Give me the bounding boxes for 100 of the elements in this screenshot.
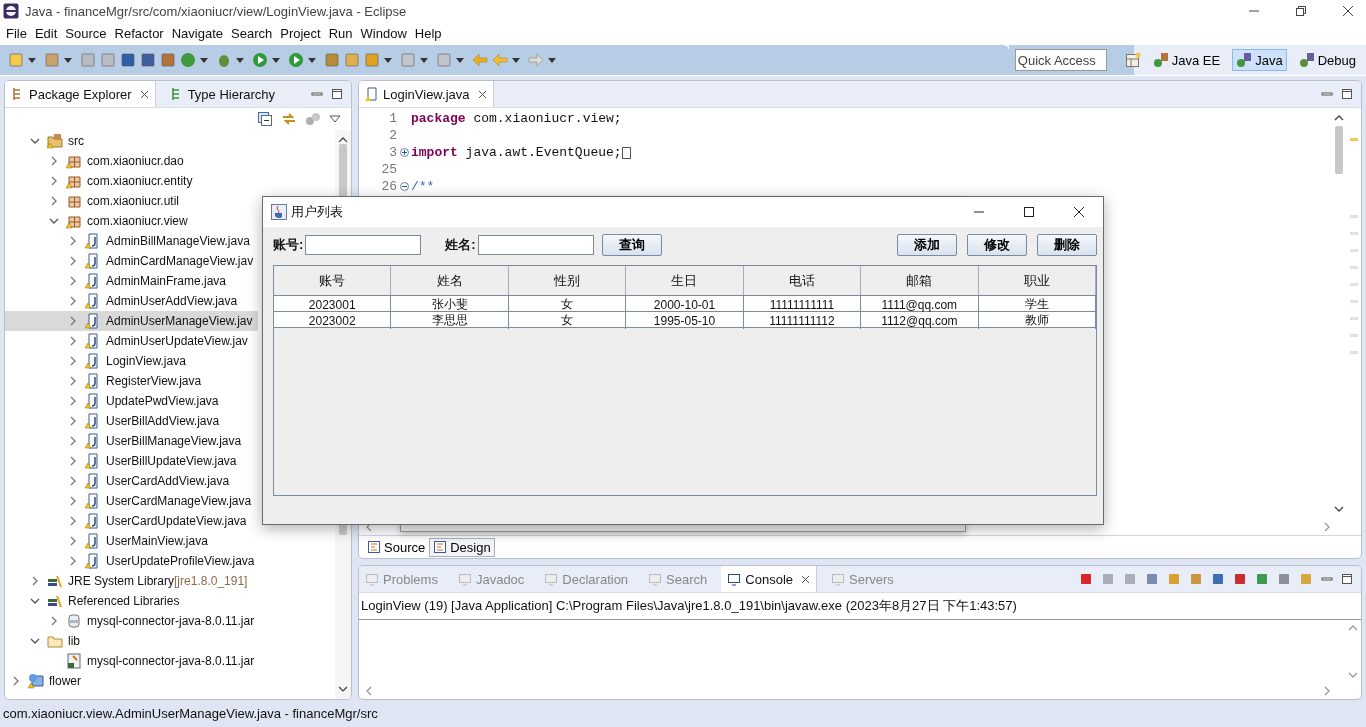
chevron-right-icon[interactable] <box>68 336 78 346</box>
chevron-right-icon[interactable] <box>68 376 78 386</box>
maximize-view-icon[interactable] <box>331 88 343 100</box>
view-tab[interactable]: Console <box>721 566 817 592</box>
input-field[interactable] <box>477 235 594 255</box>
chevron-right-icon[interactable] <box>68 536 78 546</box>
menu-item[interactable]: Edit <box>30 25 62 41</box>
show-error-icon[interactable] <box>1233 572 1247 586</box>
scroll-right-icon[interactable] <box>1323 686 1331 696</box>
scroll-down-icon[interactable] <box>1334 505 1344 513</box>
package-icon[interactable] <box>160 52 176 68</box>
menu-item[interactable]: Help <box>410 25 446 41</box>
action-button[interactable]: 添加 <box>897 234 957 256</box>
word-wrap-icon[interactable] <box>1189 572 1203 586</box>
overview-marker[interactable] <box>1350 334 1358 337</box>
column-header[interactable]: 职业 <box>978 266 1096 295</box>
tree-item[interactable]: com.xiaoniucr.view <box>5 211 258 231</box>
tree-item[interactable]: UserCardManageView.java <box>5 491 258 511</box>
dropdown-caret-icon[interactable] <box>28 57 36 63</box>
column-header[interactable]: 电话 <box>743 266 862 295</box>
chevron-right-icon[interactable] <box>68 456 78 466</box>
dropdown-caret-icon[interactable] <box>64 57 72 63</box>
chevron-right-icon[interactable] <box>68 356 78 366</box>
close-icon[interactable] <box>477 89 487 99</box>
column-header[interactable]: 姓名 <box>391 266 509 295</box>
dropdown-caret-icon[interactable] <box>456 57 464 63</box>
menu-item[interactable]: Project <box>276 25 325 41</box>
folded-code-marker-icon[interactable] <box>621 146 631 159</box>
chevron-right-icon[interactable] <box>49 196 59 206</box>
chevron-right-icon[interactable] <box>49 176 59 186</box>
tree-item[interactable]: UserMainView.java <box>5 531 258 551</box>
tree-item[interactable]: mysql-connector-java-8.0.11.jar <box>5 611 258 631</box>
scroll-left-icon[interactable] <box>365 686 373 696</box>
tree-item[interactable]: lib <box>5 631 258 651</box>
close-icon[interactable] <box>139 89 149 99</box>
dropdown-caret-icon[interactable] <box>272 57 280 63</box>
perspective-button[interactable]: Java <box>1232 49 1287 71</box>
action-button[interactable]: 修改 <box>967 234 1027 256</box>
warning-marker[interactable] <box>1350 138 1358 141</box>
chevron-right-icon[interactable] <box>68 516 78 526</box>
chevron-down-icon[interactable] <box>30 136 40 146</box>
column-header[interactable]: 邮箱 <box>861 266 979 295</box>
chevron-down-icon[interactable] <box>49 216 59 226</box>
menu-item[interactable]: Search <box>227 25 277 41</box>
chevron-right-icon[interactable] <box>68 496 78 506</box>
dropdown-caret-icon[interactable] <box>236 57 244 63</box>
close-icon[interactable] <box>1342 5 1354 17</box>
menu-item[interactable]: File <box>2 25 31 41</box>
view-tab[interactable]: Type Hierarchy <box>163 81 282 107</box>
chevron-right-icon[interactable] <box>68 416 78 426</box>
chevron-right-icon[interactable] <box>49 616 59 626</box>
pin-icon[interactable] <box>1255 572 1269 586</box>
chevron-right-icon[interactable] <box>68 236 78 246</box>
overview-marker[interactable] <box>1350 266 1358 269</box>
menu-item[interactable]: Refactor <box>110 25 168 41</box>
chevron-down-icon[interactable] <box>30 596 40 606</box>
overview-marker[interactable] <box>1350 317 1358 320</box>
run-external-icon[interactable] <box>288 52 304 68</box>
perspective-button[interactable]: Java EE <box>1148 49 1225 71</box>
tree-item[interactable]: mysql-connector-java-8.0.11.jar <box>5 651 258 671</box>
chevron-right-icon[interactable] <box>68 476 78 486</box>
overview-marker[interactable] <box>1350 283 1358 286</box>
tree-item[interactable]: UserBillUpdateView.java <box>5 451 258 471</box>
tree-item[interactable]: src <box>5 131 258 151</box>
tree-item[interactable]: UserBillManageView.java <box>5 431 258 451</box>
column-header[interactable]: 生日 <box>626 266 744 295</box>
overview-marker[interactable] <box>1350 351 1358 354</box>
close-icon[interactable] <box>801 574 810 584</box>
tree-item[interactable]: UserBillAddView.java <box>5 411 258 431</box>
dropdown-caret-icon[interactable] <box>548 57 556 63</box>
display-icon[interactable] <box>1277 572 1291 586</box>
overview-marker[interactable] <box>1350 249 1358 252</box>
overview-marker[interactable] <box>1350 215 1358 218</box>
tree-item[interactable]: AdminCardManageView.jav <box>5 251 258 271</box>
chevron-right-icon[interactable] <box>68 296 78 306</box>
search-button[interactable]: 查询 <box>601 234 662 256</box>
open-type-icon[interactable] <box>324 52 340 68</box>
tree-item[interactable]: AdminUserUpdateView.jav <box>5 331 258 351</box>
clear-icon[interactable] <box>1145 572 1159 586</box>
editor-tab[interactable]: LoginView.java <box>359 81 494 107</box>
chevron-right-icon[interactable] <box>68 396 78 406</box>
tree-item[interactable]: com.xiaoniucr.util <box>5 191 258 211</box>
skip-icon[interactable] <box>140 52 156 68</box>
stop-icon[interactable] <box>1079 572 1093 586</box>
tree-item[interactable]: com.xiaoniucr.dao <box>5 151 258 171</box>
menu-item[interactable]: Window <box>356 25 411 41</box>
tree-item[interactable]: UserCardUpdateView.java <box>5 511 258 531</box>
tree-item[interactable]: JRE System Library[jre1.8.0_191] <box>5 571 258 591</box>
chevron-right-icon[interactable] <box>49 156 59 166</box>
overview-marker[interactable] <box>1350 300 1358 303</box>
maximize-view-icon[interactable] <box>1341 88 1353 100</box>
menu-item[interactable]: Source <box>61 25 111 41</box>
run-icon[interactable] <box>252 52 268 68</box>
collapse-all-icon[interactable] <box>257 111 273 127</box>
dropdown-caret-icon[interactable] <box>420 57 428 63</box>
scroll-up-icon[interactable] <box>338 136 348 144</box>
link-editor-icon[interactable] <box>281 111 297 127</box>
view-tab[interactable]: Package Explorer <box>5 81 156 107</box>
open-perspective-icon[interactable] <box>1124 52 1141 68</box>
editor-mode-tab[interactable]: Design <box>429 537 495 557</box>
